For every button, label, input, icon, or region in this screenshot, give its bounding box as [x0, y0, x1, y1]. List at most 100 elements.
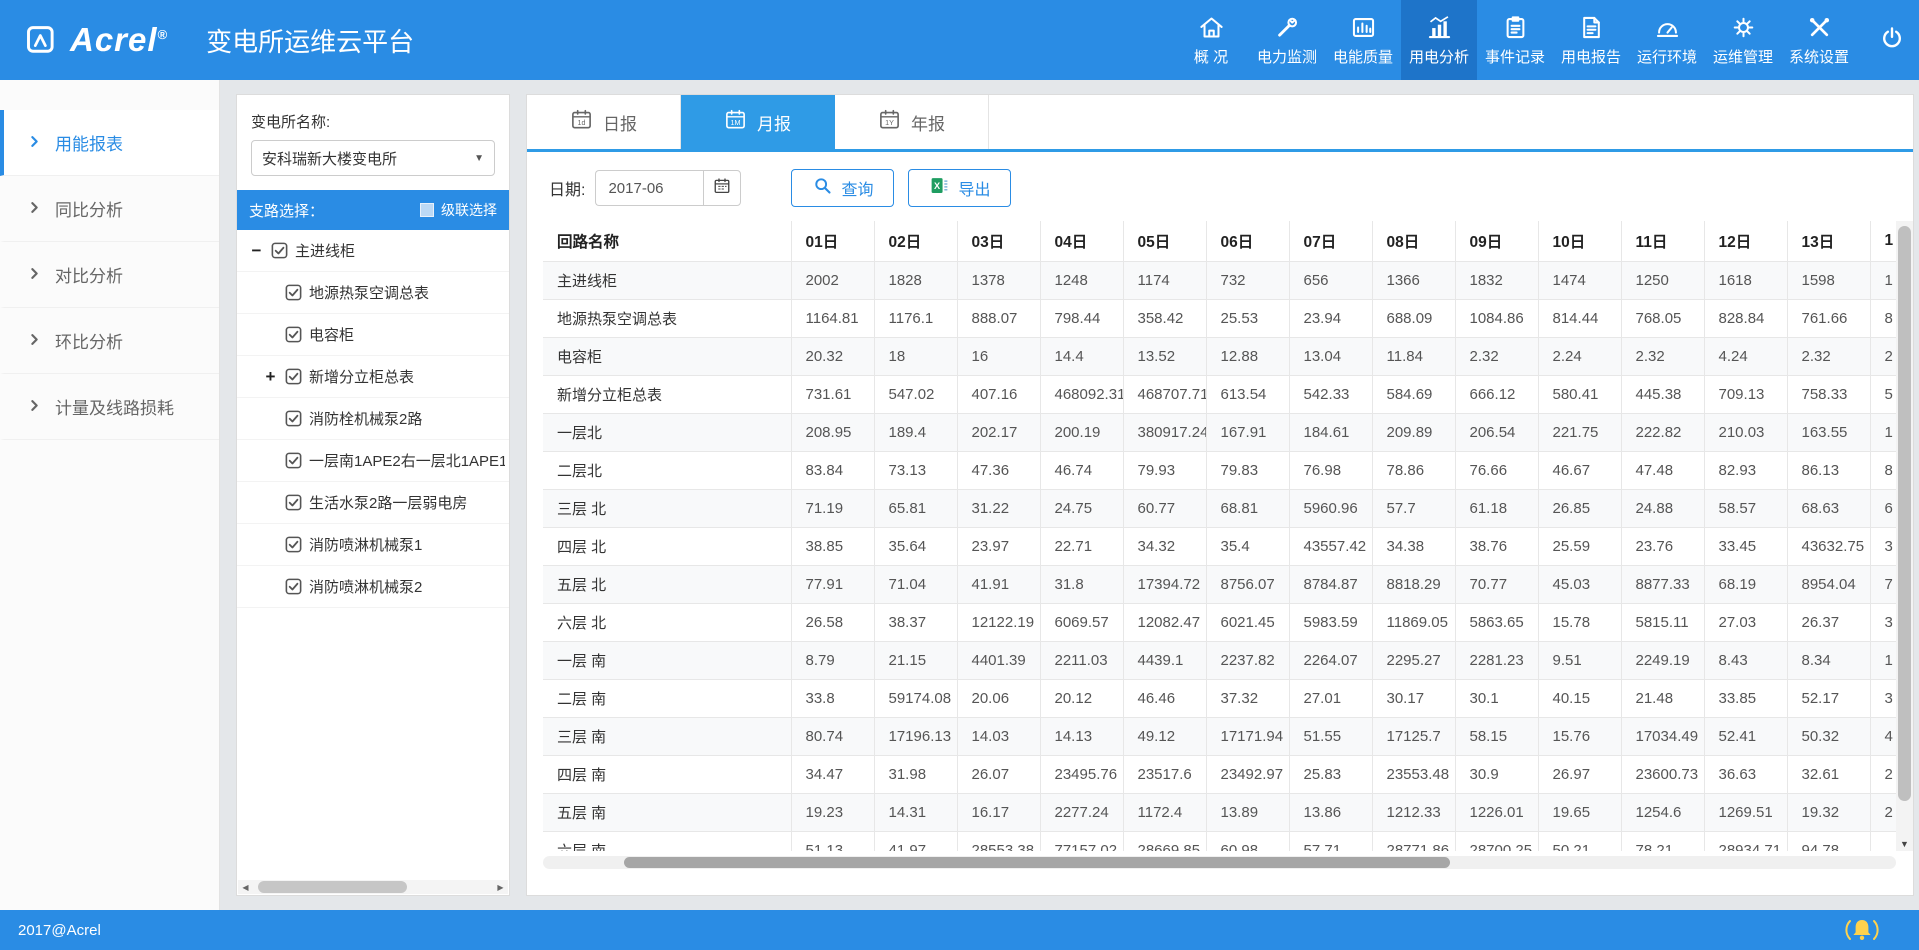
- checkbox-checked-icon[interactable]: [271, 242, 288, 259]
- chevron-right-icon: [28, 265, 41, 285]
- scroll-left-arrow-icon[interactable]: ◀: [238, 883, 253, 892]
- tree-node[interactable]: 消防喷淋机械泵1: [237, 524, 509, 566]
- collapse-icon[interactable]: −: [249, 241, 264, 261]
- logout-power-button[interactable]: [1865, 0, 1919, 80]
- value-cell: 68.63: [1787, 489, 1870, 527]
- value-cell: 5: [1870, 375, 1896, 413]
- table-row: 一层 南8.7921.154401.392211.034439.12237.82…: [543, 641, 1896, 679]
- table-header-cell: 01日: [791, 221, 874, 261]
- tree-node-label: 消防喷淋机械泵2: [309, 576, 422, 597]
- nav-item[interactable]: 事件记录: [1477, 0, 1553, 80]
- checkbox-checked-icon[interactable]: [285, 368, 302, 385]
- value-cell: 36.63: [1704, 755, 1787, 793]
- tree-node[interactable]: +新增分立柜总表: [237, 356, 509, 398]
- nav-item[interactable]: 运维管理: [1705, 0, 1781, 80]
- export-button[interactable]: X 导出: [908, 169, 1011, 207]
- sidebar-item[interactable]: 计量及线路损耗: [0, 374, 219, 440]
- nav-item[interactable]: 用电报告: [1553, 0, 1629, 80]
- scroll-down-arrow-icon[interactable]: ▼: [1896, 839, 1913, 849]
- value-cell: 30.1: [1455, 679, 1538, 717]
- value-cell: 3: [1870, 527, 1896, 565]
- value-cell: 542.33: [1289, 375, 1372, 413]
- value-cell: 163.55: [1787, 413, 1870, 451]
- sidebar-item[interactable]: 环比分析: [0, 308, 219, 374]
- tab-年报[interactable]: 1Y年报: [835, 95, 989, 149]
- cascade-select-toggle[interactable]: 级联选择: [420, 200, 497, 220]
- checkbox-checked-icon[interactable]: [285, 326, 302, 343]
- value-cell: 8.34: [1787, 641, 1870, 679]
- tree-horizontal-scrollbar[interactable]: ◀ ▶: [238, 880, 508, 894]
- query-button[interactable]: 查询: [791, 169, 894, 207]
- value-cell: 24.75: [1040, 489, 1123, 527]
- table-horizontal-scrollbar[interactable]: [543, 856, 1896, 869]
- value-cell: 26.97: [1538, 755, 1621, 793]
- date-picker-button[interactable]: [703, 170, 741, 206]
- value-cell: 31.22: [957, 489, 1040, 527]
- branch-select-label: 支路选择：: [249, 200, 324, 221]
- scrollbar-thumb[interactable]: [258, 881, 407, 893]
- nav-item[interactable]: 运行环境: [1629, 0, 1705, 80]
- notification-bell-icon[interactable]: [1843, 913, 1881, 947]
- value-cell: 23.94: [1289, 299, 1372, 337]
- tree-node[interactable]: 一层南1APE2右一层北1APE1: [237, 440, 509, 482]
- date-input[interactable]: 2017-06: [595, 170, 703, 206]
- value-cell: 8818.29: [1372, 565, 1455, 603]
- table-row: 三层 北71.1965.8131.2224.7560.7768.815960.9…: [543, 489, 1896, 527]
- expand-icon[interactable]: +: [263, 367, 278, 387]
- checkbox-checked-icon[interactable]: [285, 284, 302, 301]
- value-cell: 8954.04: [1787, 565, 1870, 603]
- tab-日报[interactable]: 1d日报: [527, 95, 681, 149]
- energy-analysis-icon: [1426, 14, 1453, 41]
- nav-item[interactable]: 电能质量: [1325, 0, 1401, 80]
- checkbox-checked-icon[interactable]: [285, 578, 302, 595]
- horizontal-scrollbar-thumb[interactable]: [624, 857, 1449, 868]
- table-row: 六层 北26.5838.3712122.196069.5712082.47602…: [543, 603, 1896, 641]
- tree-node[interactable]: 地源热泵空调总表: [237, 272, 509, 314]
- table-header-cell: 03日: [957, 221, 1040, 261]
- tree-node[interactable]: −主进线柜: [237, 230, 509, 272]
- station-select[interactable]: 安科瑞新大楼变电所 ▼: [251, 140, 495, 176]
- tree-node[interactable]: 消防栓机械泵2路: [237, 398, 509, 440]
- value-cell: 23.76: [1621, 527, 1704, 565]
- value-cell: 2277.24: [1040, 793, 1123, 831]
- value-cell: 12122.19: [957, 603, 1040, 641]
- value-cell: 8: [1870, 299, 1896, 337]
- sidebar-item[interactable]: 同比分析: [0, 176, 219, 242]
- report-panel: 1d日报1M月报1Y年报 日期: 2017-06 查询 X 导出 回路名称01日…: [526, 94, 1914, 896]
- value-cell: 83.84: [791, 451, 874, 489]
- checkbox-checked-icon[interactable]: [285, 494, 302, 511]
- checkbox-checked-icon[interactable]: [285, 536, 302, 553]
- power-monitor-icon: [1274, 14, 1301, 41]
- nav-item[interactable]: 系统设置: [1781, 0, 1857, 80]
- value-cell: 80.74: [791, 717, 874, 755]
- value-cell: 184.61: [1289, 413, 1372, 451]
- value-cell: 79.83: [1206, 451, 1289, 489]
- value-cell: 1248: [1040, 261, 1123, 299]
- checkbox-checked-icon[interactable]: [285, 410, 302, 427]
- table-vertical-scrollbar[interactable]: ▼: [1896, 221, 1913, 851]
- tab-月报[interactable]: 1M月报: [681, 95, 835, 149]
- cascade-checkbox[interactable]: [420, 203, 434, 217]
- sidebar-item[interactable]: 用能报表: [0, 110, 219, 176]
- nav-item[interactable]: 电力监测: [1249, 0, 1325, 80]
- branch-tree-panel: 变电所名称: 安科瑞新大楼变电所 ▼ 支路选择： 级联选择 −主进线柜地源热泵空…: [236, 94, 510, 896]
- nav-item[interactable]: 用电分析: [1401, 0, 1477, 80]
- value-cell: 11.84: [1372, 337, 1455, 375]
- tree-node[interactable]: 电容柜: [237, 314, 509, 356]
- value-cell: 19.65: [1538, 793, 1621, 831]
- value-cell: 17394.72: [1123, 565, 1206, 603]
- sidebar-item[interactable]: 对比分析: [0, 242, 219, 308]
- app-title: 变电所运维云平台: [206, 22, 414, 59]
- table-header-cell: 12日: [1704, 221, 1787, 261]
- value-cell: 78.86: [1372, 451, 1455, 489]
- logo: Acrel®: [0, 0, 168, 80]
- nav-item-label: 电力监测: [1257, 46, 1317, 67]
- nav-item[interactable]: 概 况: [1173, 0, 1249, 80]
- checkbox-checked-icon[interactable]: [285, 452, 302, 469]
- tree-node[interactable]: 生活水泵2路一层弱电房: [237, 482, 509, 524]
- scroll-right-arrow-icon[interactable]: ▶: [493, 883, 508, 892]
- tree-node[interactable]: 消防喷淋机械泵2: [237, 566, 509, 608]
- scrollbar-track[interactable]: [253, 880, 493, 894]
- value-cell: 31.8: [1040, 565, 1123, 603]
- vertical-scrollbar-thumb[interactable]: [1898, 226, 1911, 801]
